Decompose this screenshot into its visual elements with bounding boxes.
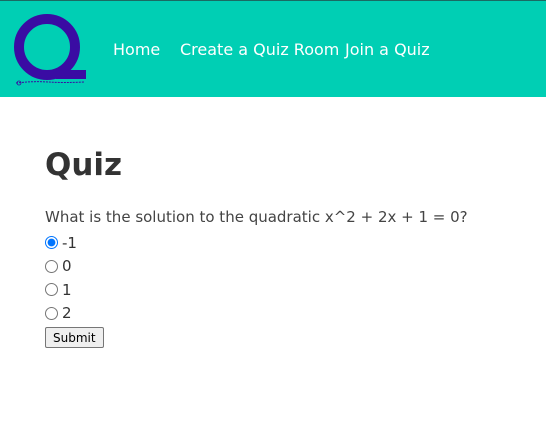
answer-option-label: 0 [62, 257, 72, 276]
answer-option[interactable]: 0 [45, 255, 77, 279]
answer-radio-2[interactable] [45, 259, 58, 273]
answer-options: -1 0 1 2 [45, 231, 77, 325]
answer-option-label: 1 [62, 280, 72, 299]
nav-join-quiz-link[interactable]: Join a Quiz [345, 39, 430, 61]
submit-button[interactable]: Submit [45, 327, 104, 348]
answer-option[interactable]: 1 [45, 278, 77, 302]
question-text: What is the solution to the quadratic x^… [45, 208, 468, 226]
answer-option[interactable]: 2 [45, 302, 77, 326]
nav-home-link[interactable]: Home [113, 39, 160, 61]
page-title: Quiz [45, 147, 123, 183]
answer-radio-4[interactable] [45, 306, 58, 320]
nav-create-quiz-room-link[interactable]: Create a Quiz Room [180, 39, 339, 61]
answer-option-label: 2 [62, 304, 72, 323]
answer-option-label: -1 [62, 233, 77, 252]
answer-option[interactable]: -1 [45, 231, 77, 255]
answer-radio-1[interactable] [45, 236, 58, 250]
navbar: Home Create a Quiz Room Join a Quiz [0, 0, 546, 97]
quiz-q-logo-icon[interactable] [12, 10, 86, 90]
answer-radio-3[interactable] [45, 283, 58, 297]
